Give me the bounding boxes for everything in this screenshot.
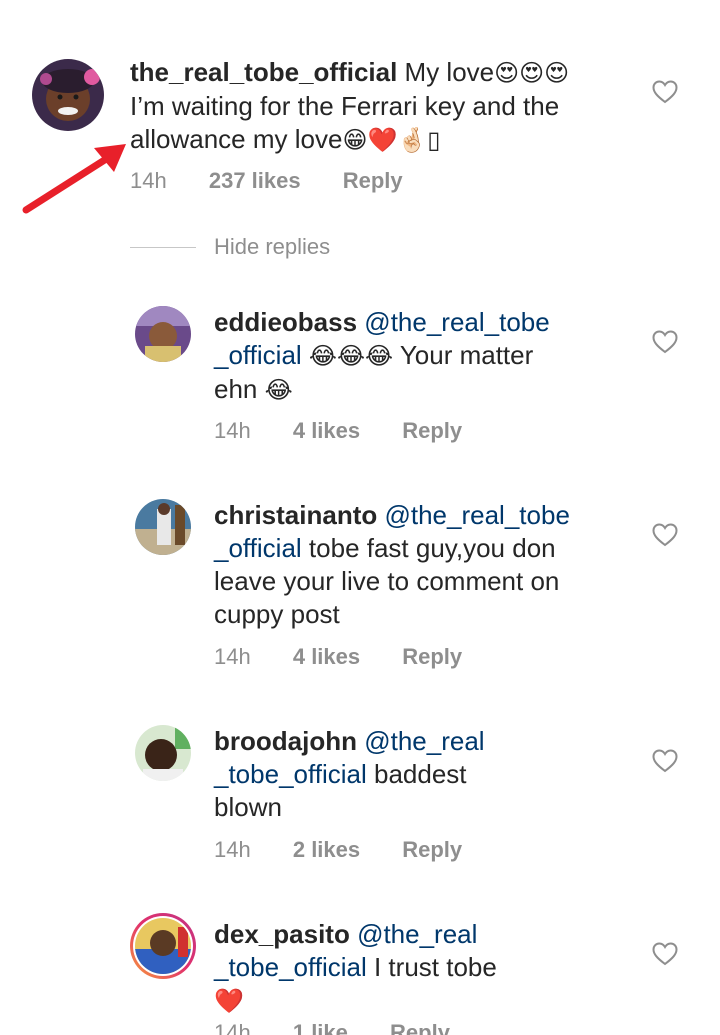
timestamp: 14h bbox=[214, 644, 251, 669]
comments-thread: the_real_tobe_official My love😍😍😍 I’m wa… bbox=[0, 0, 720, 1035]
comment-text-part: blown bbox=[214, 792, 282, 822]
heart-outline-icon[interactable] bbox=[652, 749, 678, 773]
comment-meta: 14h 4 likes Reply bbox=[214, 644, 498, 670]
reply-button[interactable]: Reply bbox=[343, 168, 403, 193]
comment-text: broodajohn @the_real _tobe_official badd… bbox=[214, 725, 684, 824]
red-arrow-annotation bbox=[22, 144, 126, 214]
reply-button[interactable]: Reply bbox=[390, 1020, 450, 1035]
comment-meta: 14h 237 likes Reply bbox=[130, 168, 439, 194]
comment-text-part: ehn bbox=[214, 374, 258, 404]
username[interactable]: eddieobass bbox=[214, 307, 357, 337]
mention-link[interactable]: @the_real bbox=[364, 726, 484, 756]
comment-text-part: My love bbox=[404, 57, 495, 87]
comment-text: the_real_tobe_official My love😍😍😍 I’m wa… bbox=[130, 56, 610, 157]
comment-text-part: I trust tobe bbox=[373, 952, 497, 982]
likes-count[interactable]: 2 likes bbox=[293, 837, 360, 862]
comment-text: dex_pasito @the_real _tobe_official I tr… bbox=[214, 918, 684, 1018]
avatar[interactable] bbox=[135, 725, 191, 781]
heart-eyes-emoji: 😍😍😍 bbox=[494, 59, 570, 87]
comment-text-part: cuppy post bbox=[214, 599, 340, 629]
mention-link[interactable]: @the_real_tobe bbox=[384, 500, 569, 530]
comment-text-part: leave your live to comment on bbox=[214, 566, 560, 596]
mention-link[interactable]: @the_real bbox=[357, 919, 477, 949]
grin-heart-fingers-emoji: 😁❤️🤞🏻▯ bbox=[342, 126, 441, 154]
tears-of-joy-emoji: 😂 bbox=[264, 376, 293, 404]
hide-replies-label[interactable]: Hide replies bbox=[214, 234, 330, 260]
comment-meta: 14h 4 likes Reply bbox=[214, 418, 498, 444]
timestamp: 14h bbox=[214, 1020, 251, 1035]
timestamp: 14h bbox=[214, 418, 251, 443]
comment-text-part: baddest bbox=[373, 759, 467, 789]
mention-link[interactable]: _tobe_official bbox=[214, 952, 367, 982]
comment-text-part: allowance my love bbox=[130, 124, 343, 154]
divider bbox=[130, 247, 196, 248]
heart-outline-icon[interactable] bbox=[652, 330, 678, 354]
comment-text: eddieobass @the_real_tobe _official 😂😂😂 … bbox=[214, 306, 684, 407]
comment-text-part: I’m waiting for the Ferrari key and the bbox=[130, 91, 560, 121]
likes-count[interactable]: 237 likes bbox=[209, 168, 301, 193]
mention-link[interactable]: _official bbox=[214, 533, 302, 563]
likes-count[interactable]: 4 likes bbox=[293, 644, 360, 669]
tears-of-joy-emoji: 😂😂😂 bbox=[308, 342, 394, 370]
comment-text: christainanto @the_real_tobe _official t… bbox=[214, 499, 684, 631]
avatar[interactable] bbox=[135, 499, 191, 555]
likes-count[interactable]: 1 like bbox=[293, 1020, 348, 1035]
comment-text-part: Your matter bbox=[399, 340, 534, 370]
username[interactable]: dex_pasito bbox=[214, 919, 350, 949]
username[interactable]: christainanto bbox=[214, 500, 377, 530]
heart-outline-icon[interactable] bbox=[652, 80, 678, 104]
comment-meta: 14h 2 likes Reply bbox=[214, 837, 498, 863]
reply-button[interactable]: Reply bbox=[402, 418, 462, 443]
avatar[interactable] bbox=[32, 59, 104, 131]
reply-button[interactable]: Reply bbox=[402, 837, 462, 862]
comment-meta-cropped: 14h 1 like Reply bbox=[214, 1020, 450, 1035]
username[interactable]: broodajohn bbox=[214, 726, 357, 756]
mention-link[interactable]: _tobe_official bbox=[214, 759, 367, 789]
comment-text-part: tobe fast guy,you don bbox=[308, 533, 556, 563]
mention-link[interactable]: @the_real_tobe bbox=[364, 307, 549, 337]
username[interactable]: the_real_tobe_official bbox=[130, 57, 397, 87]
red-heart-emoji: ❤️ bbox=[214, 987, 244, 1015]
reply-button[interactable]: Reply bbox=[402, 644, 462, 669]
timestamp: 14h bbox=[214, 837, 251, 862]
mention-link[interactable]: _official bbox=[214, 340, 302, 370]
heart-outline-icon[interactable] bbox=[652, 942, 678, 966]
avatar-story-ring[interactable] bbox=[130, 913, 196, 979]
likes-count[interactable]: 4 likes bbox=[293, 418, 360, 443]
avatar[interactable] bbox=[135, 306, 191, 362]
heart-outline-icon[interactable] bbox=[652, 523, 678, 547]
